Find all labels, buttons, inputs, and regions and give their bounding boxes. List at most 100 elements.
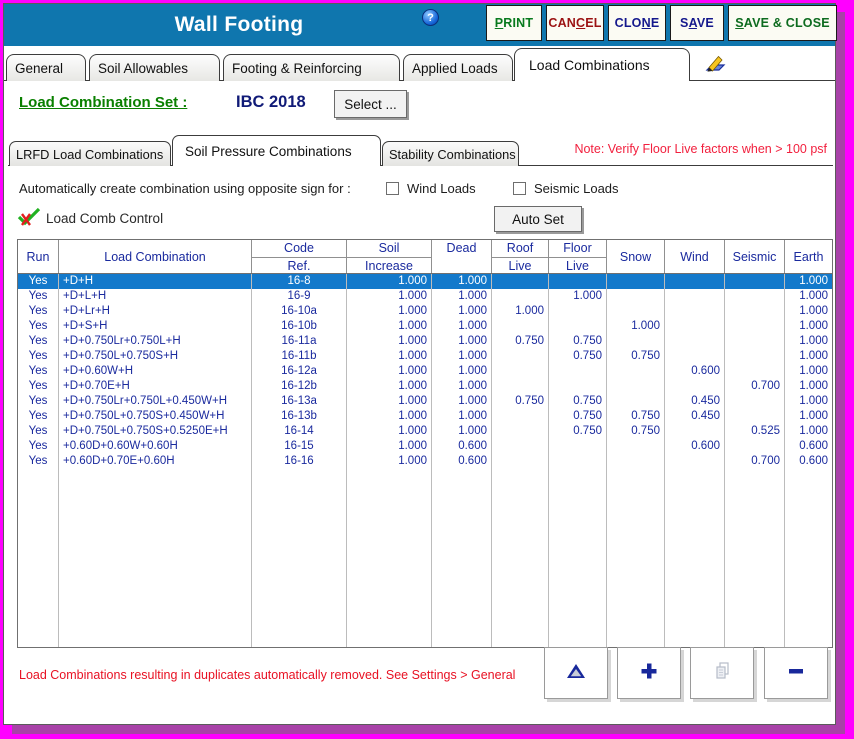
table-row[interactable]: Yes +D+0.60W+H 16-12a 1.000 1.000 0.600 1.000 xyxy=(18,364,832,379)
header-seismic: Seismic xyxy=(725,240,785,273)
filler-cell xyxy=(59,469,252,647)
subtab-lrfd-load-combinations[interactable]: LRFD Load Combinations xyxy=(9,141,171,166)
copy-row-button[interactable] xyxy=(690,647,754,699)
table-row[interactable]: Yes +0.60D+0.70E+0.60H 16-16 1.000 0.600 0.70… xyxy=(18,454,832,469)
table-cell: 16-13a xyxy=(252,394,347,409)
table-row[interactable]: Yes +D+0.750L+0.750S+0.450W+H 16-13b 1.000 1… xyxy=(18,409,832,424)
filler-cell xyxy=(549,469,607,647)
floor-live-note: Note: Verify Floor Live factors when > 1… xyxy=(574,142,827,156)
remove-row-button[interactable] xyxy=(764,647,828,699)
tab-general[interactable]: General xyxy=(6,54,86,81)
table-cell: 16-11b xyxy=(252,349,347,364)
load-combinations-table: Run Load Combination Code Ref. Soil Increa… xyxy=(17,239,833,648)
table-cell: 16-16 xyxy=(252,454,347,469)
table-cell: 1.000 xyxy=(347,319,432,334)
edit-pencil-icon[interactable] xyxy=(704,51,728,73)
titlebar: Wall Footing ? PRINT CANCEL CLONE SAVE S… xyxy=(4,4,837,46)
subtab-stability-combinations[interactable]: Stability Combinations xyxy=(382,141,519,166)
table-header: Run Load Combination Code Ref. Soil Increa… xyxy=(18,240,832,274)
table-cell: 1.000 xyxy=(432,334,492,349)
header-wind: Wind xyxy=(665,240,725,273)
table-row[interactable]: Yes +D+0.750Lr+0.750L+H 16-11a 1.000 1.000 0.… xyxy=(18,334,832,349)
save-and-close-button[interactable]: SAVE & CLOSE xyxy=(728,5,837,41)
table-row[interactable]: Yes +D+H 16-8 1.000 1.000 1.000 xyxy=(18,274,832,289)
table-row[interactable]: Yes +D+0.750L+0.750S+0.5250E+H 16-14 1.000 1… xyxy=(18,424,832,439)
filler-cell xyxy=(18,469,59,647)
table-cell: 16-13b xyxy=(252,409,347,424)
table-row[interactable]: Yes +D+0.750Lr+0.750L+0.450W+H 16-13a 1.000… xyxy=(18,394,832,409)
table-cell: 0.600 xyxy=(799,455,828,467)
table-cell: 0.700 xyxy=(725,379,785,394)
table-cell xyxy=(725,364,785,379)
tab-soil-allowables[interactable]: Soil Allowables xyxy=(89,54,220,81)
subtab-label: Soil Pressure Combinations xyxy=(185,143,352,159)
table-cell: 0.750 xyxy=(549,334,607,349)
table-cell xyxy=(607,289,665,304)
table-cell xyxy=(492,439,549,454)
table-cell: 1.000 xyxy=(799,275,828,287)
filler-cell xyxy=(492,469,549,647)
select-button[interactable]: Select ... xyxy=(334,90,407,118)
table-cell: 16-9 xyxy=(252,289,347,304)
table-cell xyxy=(607,379,665,394)
table-cell: Yes xyxy=(18,409,59,424)
table-cell: 0.600 xyxy=(432,454,492,469)
subtab-soil-pressure-combinations[interactable]: Soil Pressure Combinations xyxy=(172,135,381,166)
table-cell: +D+0.750L+0.750S+0.450W+H xyxy=(59,409,252,424)
table-cell xyxy=(492,289,549,304)
print-button[interactable]: PRINT xyxy=(486,5,542,41)
save-label: SAVE xyxy=(680,16,714,30)
table-row[interactable]: Yes +D+0.70E+H 16-12b 1.000 1.000 0.700 1.000 xyxy=(18,379,832,394)
table-cell: 0.750 xyxy=(549,409,607,424)
wall-footing-dialog: Wall Footing ? PRINT CANCEL CLONE SAVE S… xyxy=(3,3,837,725)
table-cell: 1.000 xyxy=(347,394,432,409)
table-cell: 0.700 xyxy=(725,454,785,469)
table-row[interactable]: Yes +D+L+H 16-9 1.000 1.000 1.000 1.000 xyxy=(18,289,832,304)
table-cell: +D+0.70E+H xyxy=(59,379,252,394)
table-cell xyxy=(549,454,607,469)
add-row-button[interactable] xyxy=(617,647,681,699)
table-cell xyxy=(725,304,785,319)
table-cell: 1.000 xyxy=(347,409,432,424)
table-cell: 0.525 xyxy=(725,424,785,439)
table-cell: 0.750 xyxy=(607,409,665,424)
table-cell: 1.000 xyxy=(347,454,432,469)
table-row[interactable]: Yes +D+S+H 16-10b 1.000 1.000 1.000 1.000 xyxy=(18,319,832,334)
table-cell: 0.750 xyxy=(549,394,607,409)
table-cell xyxy=(607,304,665,319)
auto-set-button[interactable]: Auto Set xyxy=(494,206,582,232)
table-row[interactable]: Yes +D+0.750L+0.750S+H 16-11b 1.000 1.000 0.7… xyxy=(18,349,832,364)
check-x-icon xyxy=(16,207,42,227)
header-code-ref: Code Ref. xyxy=(252,240,347,273)
table-cell: Yes xyxy=(18,424,59,439)
cancel-button[interactable]: CANCEL xyxy=(546,5,604,41)
table-cell: Yes xyxy=(18,274,59,289)
move-up-button[interactable] xyxy=(544,647,608,699)
help-icon[interactable]: ? xyxy=(422,9,439,26)
table-cell xyxy=(665,454,725,469)
tab-load-combinations[interactable]: Load Combinations xyxy=(514,48,690,81)
table-cell: 1.000 xyxy=(432,409,492,424)
table-cell: 1.000 xyxy=(799,365,828,377)
table-cell: Yes xyxy=(18,439,59,454)
table-cell: Yes xyxy=(18,349,59,364)
wind-loads-checkbox[interactable] xyxy=(386,182,399,195)
table-cell xyxy=(607,274,665,289)
table-row[interactable]: Yes +D+Lr+H 16-10a 1.000 1.000 1.000 1.000 xyxy=(18,304,832,319)
tab-footing-reinforcing[interactable]: Footing & Reinforcing xyxy=(223,54,400,81)
header-load-combination: Load Combination xyxy=(59,240,252,273)
seismic-loads-checkbox[interactable] xyxy=(513,182,526,195)
table-cell: +D+0.60W+H xyxy=(59,364,252,379)
subtab-label: Stability Combinations xyxy=(389,146,516,162)
table-cell: 1.000 xyxy=(432,364,492,379)
tab-applied-loads[interactable]: Applied Loads xyxy=(403,54,513,81)
table-cell: +D+L+H xyxy=(59,289,252,304)
table-cell: Yes xyxy=(18,364,59,379)
header-snow: Snow xyxy=(607,240,665,273)
table-row[interactable]: Yes +0.60D+0.60W+0.60H 16-15 1.000 0.600 0.60… xyxy=(18,439,832,454)
save-button[interactable]: SAVE xyxy=(670,5,724,41)
clone-button[interactable]: CLONE xyxy=(608,5,666,41)
table-cell: 0.600 xyxy=(665,439,725,454)
seismic-loads-label: Seismic Loads xyxy=(534,181,619,196)
header-earth: Earth xyxy=(793,249,824,264)
